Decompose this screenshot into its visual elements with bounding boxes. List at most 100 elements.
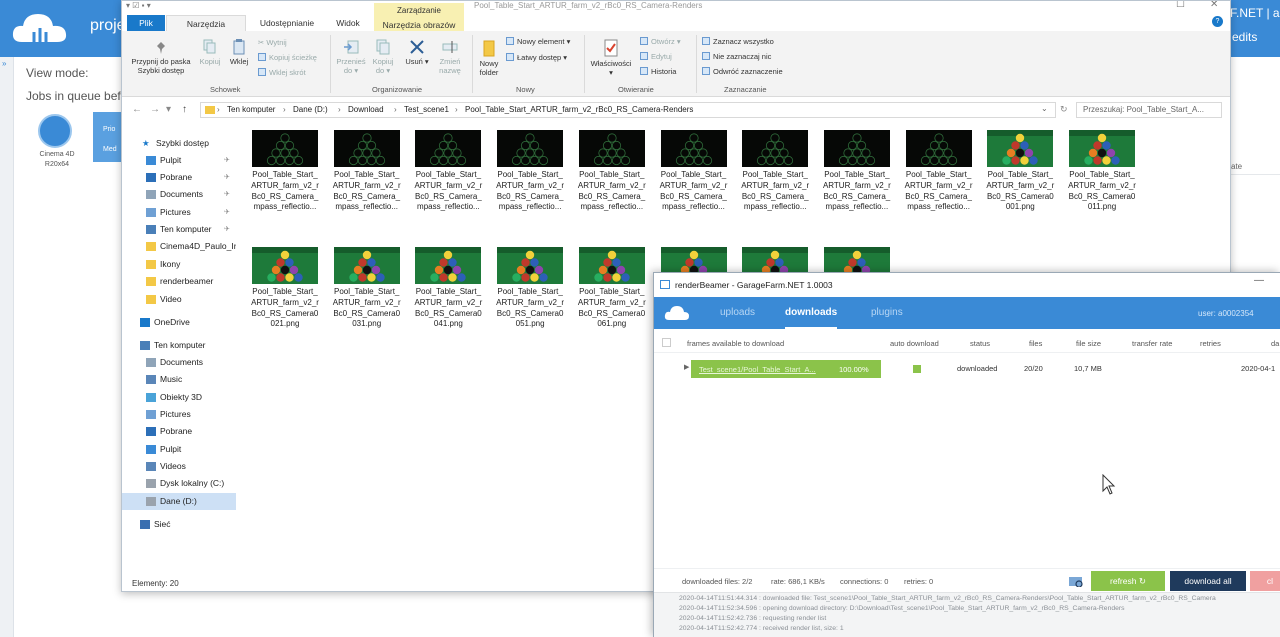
breadcrumb-drive[interactable]: Dane (D:) — [293, 105, 328, 114]
properties-button[interactable]: Właściwości ▾ — [588, 39, 634, 77]
clear-button[interactable]: cl — [1250, 571, 1280, 591]
sidebar-item-pobrane[interactable]: Pobrane ✈ — [122, 169, 236, 186]
sidebar-item-pulpit[interactable]: Pulpit — [122, 441, 236, 458]
invert-selection-button[interactable]: Odwróć zaznaczenie — [702, 67, 783, 77]
select-none-button[interactable]: Nie zaznaczaj nic — [702, 52, 771, 62]
sidebar-item-documents[interactable]: Documents ✈ — [122, 186, 236, 203]
close-icon[interactable]: ✕ — [1210, 1, 1218, 10]
col-files[interactable]: files — [1029, 339, 1042, 348]
up-arrow-icon[interactable]: ↑ — [182, 104, 187, 115]
minimize-icon[interactable]: — — [1254, 275, 1264, 286]
paste-shortcut-button[interactable]: Wklej skrót — [258, 68, 306, 78]
back-arrow-icon[interactable]: ← — [132, 104, 142, 115]
file-item[interactable]: Pool_Table_Start_ ARTUR_farm_v2_r Bc0_RS… — [248, 123, 320, 223]
cut-button[interactable]: ✂ Wytnij — [258, 38, 287, 48]
refresh-button[interactable]: refresh ↻ — [1091, 571, 1165, 591]
col-transfer-rate[interactable]: transfer rate — [1132, 339, 1172, 348]
maximize-icon[interactable]: ☐ — [1176, 1, 1185, 10]
sidebar-item-video[interactable]: Video — [122, 291, 236, 308]
sidebar-item-renderbeamer[interactable]: renderbeamer — [122, 273, 236, 290]
history-button[interactable]: Historia — [640, 67, 676, 77]
breadcrumb-this-pc[interactable]: Ten komputer — [227, 105, 275, 114]
sidebar-item-szybki-dost-p[interactable]: ★ Szybki dostęp — [122, 135, 236, 152]
select-all-checkbox[interactable] — [662, 338, 671, 347]
sidebar-item-obiekty-3d[interactable]: Obiekty 3D — [122, 389, 236, 406]
file-item[interactable]: Pool_Table_Start_ ARTUR_farm_v2_r Bc0_RS… — [738, 123, 810, 223]
copy-path-button[interactable]: Kopiuj ścieżkę — [258, 53, 317, 63]
rename-button[interactable]: Zmień nazwę — [432, 39, 468, 75]
tab-plugins[interactable]: plugins — [871, 307, 903, 318]
move-to-button[interactable]: Przenieś do ▾ — [334, 39, 368, 75]
breadcrumb-download[interactable]: Download — [348, 105, 384, 114]
paste-button[interactable]: Wklej — [225, 39, 253, 66]
file-item[interactable]: Pool_Table_Start_ ARTUR_farm_v2_r Bc0_RS… — [820, 123, 892, 223]
forward-arrow-icon[interactable]: → — [150, 104, 160, 115]
open-button[interactable]: Otwórz ▾ — [640, 37, 681, 47]
sidebar-item-pulpit[interactable]: Pulpit ✈ — [122, 152, 236, 169]
sidebar-item-videos[interactable]: Videos — [122, 458, 236, 475]
breadcrumb-test-scene[interactable]: Test_scene1 — [404, 105, 449, 114]
file-item[interactable]: Pool_Table_Start_ ARTUR_farm_v2_r Bc0_RS… — [575, 240, 647, 340]
sidebar-item-ten-komputer[interactable]: Ten komputer ✈ — [122, 221, 236, 238]
new-folder-button[interactable]: Nowy folder — [474, 39, 504, 77]
tab-uploads[interactable]: uploads — [720, 307, 755, 318]
select-all-button[interactable]: Zaznacz wszystko — [702, 37, 774, 47]
file-item[interactable]: Pool_Table_Start_ ARTUR_farm_v2_r Bc0_RS… — [248, 240, 320, 340]
sidebar-item-music[interactable]: Music — [122, 371, 236, 388]
recent-dropdown-icon[interactable]: ▾ — [166, 104, 171, 115]
file-item[interactable]: Pool_Table_Start_ ARTUR_farm_v2_r Bc0_RS… — [493, 240, 565, 340]
pin-quick-access-button[interactable]: Przypnij do paska Szybki dostęp — [126, 41, 196, 75]
address-bar[interactable]: › Ten komputer › Dane (D:) › Download › … — [200, 102, 1056, 118]
file-item[interactable]: Pool_Table_Start_ ARTUR_farm_v2_r Bc0_RS… — [411, 240, 483, 340]
copy-to-button[interactable]: Kopiuj do ▾ — [368, 39, 398, 75]
file-item[interactable]: Pool_Table_Start_ ARTUR_farm_v2_r Bc0_RS… — [983, 123, 1055, 223]
help-icon[interactable]: ? — [1212, 16, 1223, 27]
sidebar-item-pictures[interactable]: Pictures — [122, 406, 236, 423]
sidebar-item-onedrive[interactable]: OneDrive — [122, 314, 236, 331]
file-item[interactable]: Pool_Table_Start_ ARTUR_farm_v2_r Bc0_RS… — [657, 123, 729, 223]
sidebar-item-dysk-lokalny-c[interactable]: Dysk lokalny (C:) — [122, 475, 236, 492]
sidebar-item-cinema4d-paulo-ir[interactable]: Cinema4D_Paulo_Ir — [122, 238, 236, 255]
easy-access-button[interactable]: Łatwy dostęp ▾ — [506, 53, 567, 63]
sidebar-item-pictures[interactable]: Pictures ✈ — [122, 204, 236, 221]
file-item[interactable]: Pool_Table_Start_ ARTUR_farm_v2_r Bc0_RS… — [330, 123, 402, 223]
address-dropdown-icon[interactable]: ⌄ — [1041, 104, 1048, 113]
download-all-button[interactable]: download all — [1170, 571, 1246, 591]
tab-share[interactable]: Udostępnianie — [250, 15, 324, 31]
auto-download-checkbox[interactable] — [913, 365, 921, 373]
priority-panel[interactable]: Prio Med — [93, 112, 123, 162]
breadcrumb-current-folder[interactable]: Pool_Table_Start_ARTUR_farm_v2_rBc0_RS_C… — [465, 105, 693, 114]
tab-view[interactable]: Widok — [326, 15, 370, 31]
file-item[interactable]: Pool_Table_Start_ ARTUR_farm_v2_r Bc0_RS… — [330, 240, 402, 340]
sidebar-item-sie[interactable]: Sieć — [122, 516, 236, 533]
file-item[interactable]: Pool_Table_Start_ ARTUR_farm_v2_r Bc0_RS… — [902, 123, 974, 223]
tab-manage-group[interactable]: Zarządzanie Narzędzia obrazów — [374, 3, 464, 31]
col-retries[interactable]: retries — [1200, 339, 1221, 348]
file-item[interactable]: Pool_Table_Start_ ARTUR_farm_v2_r Bc0_RS… — [411, 123, 483, 223]
delete-button[interactable]: Usuń ▾ — [404, 39, 430, 66]
cinema4d-job-icon[interactable] — [38, 114, 72, 148]
sidebar-item-documents[interactable]: Documents — [122, 354, 236, 371]
file-item[interactable]: Pool_Table_Start_ ARTUR_farm_v2_r Bc0_RS… — [575, 123, 647, 223]
job-name-link[interactable]: Test_scene1/Pool_Table_Start_A... — [699, 365, 816, 374]
expand-sidebar-icon[interactable]: » — [2, 59, 6, 68]
copy-button[interactable]: Kopiuj — [196, 39, 224, 66]
tab-downloads[interactable]: downloads — [785, 307, 838, 329]
sidebar-item-dane-d[interactable]: Dane (D:) — [122, 493, 236, 510]
open-folder-icon[interactable] — [1069, 576, 1083, 587]
expand-row-icon[interactable]: ▶ — [684, 363, 689, 371]
col-file-size[interactable]: file size — [1076, 339, 1101, 348]
collapsed-sidebar[interactable]: » — [0, 57, 14, 637]
col-date[interactable]: da — [1271, 339, 1279, 348]
sidebar-item-ikony[interactable]: Ikony — [122, 256, 236, 273]
table-row[interactable]: ▶ Test_scene1/Pool_Table_Start_A... 100.… — [654, 357, 1280, 379]
tab-home[interactable]: Narzędzia główne — [166, 15, 246, 45]
col-frames[interactable]: frames available to download — [687, 339, 784, 348]
edit-button[interactable]: Edytuj — [640, 52, 672, 62]
tab-image-tools[interactable]: Narzędzia obrazów — [382, 19, 456, 31]
col-auto-download[interactable]: auto download — [890, 339, 939, 348]
sidebar-item-ten-komputer[interactable]: Ten komputer — [122, 337, 236, 354]
col-status[interactable]: status — [970, 339, 990, 348]
refresh-icon[interactable]: ↻ — [1060, 104, 1068, 115]
file-item[interactable]: Pool_Table_Start_ ARTUR_farm_v2_r Bc0_RS… — [1065, 123, 1137, 223]
